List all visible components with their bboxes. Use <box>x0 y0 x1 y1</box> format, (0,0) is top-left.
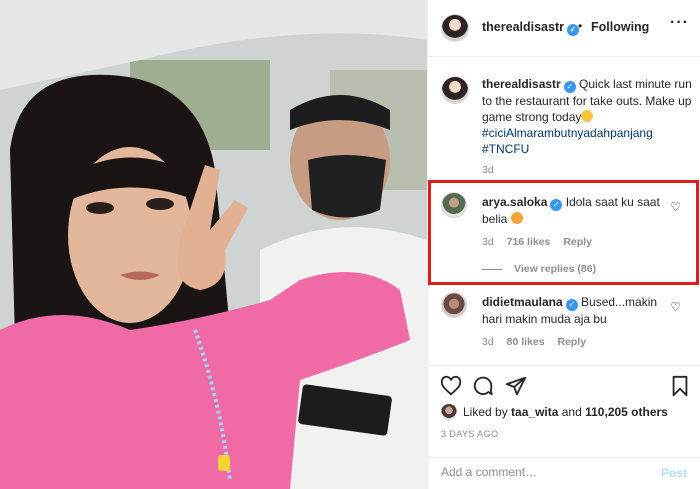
comment-body: arya.saloka ✓ Idola saat ku saat belia <box>482 194 662 227</box>
separator-dot: • <box>578 19 583 33</box>
hashtag-link[interactable]: #TNCFU <box>482 142 529 156</box>
author-avatar[interactable] <box>441 14 469 42</box>
commenter-avatar[interactable] <box>441 192 467 218</box>
view-replies-button[interactable]: View replies (86) <box>482 263 596 275</box>
verified-badge-icon: ✓ <box>550 199 563 211</box>
commenter-username[interactable]: didietmaulana <box>482 295 563 309</box>
post-side-panel: therealdisastr ✓ • Following ··· thereald… <box>427 0 700 489</box>
caption-timestamp: 3d <box>482 164 494 176</box>
comment-time: 3d <box>482 236 494 248</box>
post-comment-button[interactable]: Post <box>661 466 687 480</box>
post-header: therealdisastr ✓ • Following ··· <box>428 0 700 57</box>
caption-username[interactable]: therealdisastr <box>482 77 561 91</box>
post-photo[interactable] <box>0 0 427 489</box>
hashtag-link[interactable]: #ciciAlmarambutnyadahpanjang <box>482 126 653 140</box>
bookmark-icon[interactable] <box>669 375 691 397</box>
post-date[interactable]: 3 DAYS AGO <box>441 429 498 439</box>
following-button[interactable]: Following <box>591 20 649 34</box>
reply-button[interactable]: Reply <box>557 336 586 348</box>
author-username[interactable]: therealdisastr ✓ <box>482 20 579 36</box>
liked-by-line: Liked by taa_wita and 110,205 others <box>441 404 668 420</box>
comment-time: 3d <box>482 336 494 348</box>
comment-like-heart-icon[interactable]: ♡ <box>670 200 681 214</box>
liker-username[interactable]: taa_wita <box>511 405 558 419</box>
likes-count-link[interactable]: 110,205 others <box>585 405 668 419</box>
comment-icon[interactable] <box>472 375 494 397</box>
comment-likes[interactable]: 80 likes <box>507 336 545 348</box>
comment-body: didietmaulana ✓ Bused...makin hari makin … <box>482 294 662 327</box>
verified-badge-icon: ✓ <box>563 81 576 93</box>
add-comment-input[interactable] <box>441 465 641 479</box>
star-struck-emoji-icon <box>510 212 523 224</box>
add-comment-bar: Post <box>428 457 700 489</box>
post-caption: therealdisastr ✓ Quick last minute run to… <box>482 76 692 157</box>
commenter-avatar[interactable] <box>441 292 467 318</box>
comment-likes[interactable]: 716 likes <box>507 236 551 248</box>
replies-line <box>482 268 502 270</box>
more-horizontal-icon[interactable]: ··· <box>670 14 689 32</box>
comment-like-heart-icon[interactable]: ♡ <box>670 300 681 314</box>
liker-avatar[interactable] <box>441 404 457 420</box>
post-actions: Liked by taa_wita and 110,205 others 3 D… <box>428 365 700 457</box>
comment-meta: 3d 80 likes Reply <box>482 336 596 348</box>
reply-button[interactable]: Reply <box>563 236 592 248</box>
verified-badge-icon: ✓ <box>565 299 578 311</box>
comment-meta: 3d 716 likes Reply <box>482 236 602 248</box>
comments-feed[interactable]: therealdisastr ✓ Quick last minute run to… <box>428 58 700 365</box>
caption-author-avatar[interactable] <box>441 76 469 104</box>
share-icon[interactable] <box>505 375 527 397</box>
commenter-username[interactable]: arya.saloka <box>482 195 547 209</box>
photo-illustration <box>0 0 427 489</box>
victory-hand-emoji-icon <box>581 110 594 122</box>
heart-icon[interactable] <box>440 375 462 397</box>
